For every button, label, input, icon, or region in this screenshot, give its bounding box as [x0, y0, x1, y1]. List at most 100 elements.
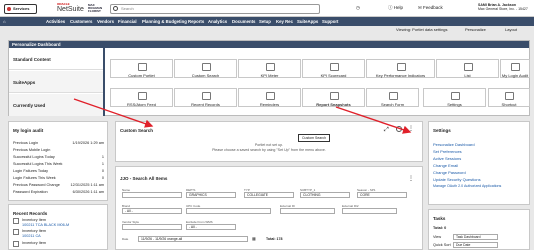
name-input[interactable]: [122, 192, 182, 198]
recent-records-icon[interactable]: ◷: [356, 5, 360, 11]
calendar-icon[interactable]: ▦: [252, 236, 256, 241]
record-link[interactable]: 100211 TCA BLACK M06-M: [22, 223, 69, 227]
link-manage-oauth[interactable]: Manage OAuth 2.0 Authorized Applications: [433, 184, 501, 188]
subtyp-select[interactable]: CLOTHING: [300, 192, 350, 198]
audit-value: 12/31/2025 1:11 am: [70, 183, 105, 187]
tab-currently-used[interactable]: Currently Used: [9, 94, 103, 116]
quick-sort-label: Quick Sort: [433, 243, 451, 247]
report-snapshot-icon: [330, 92, 339, 100]
nav-planning[interactable]: Planning & Budgeting: [142, 18, 187, 25]
tab-standard-content[interactable]: Standard Content: [9, 48, 103, 70]
shortcut-icon: [505, 92, 514, 100]
record-type: Inventory Item: [22, 218, 47, 222]
tab-suiteapps[interactable]: SuiteApps: [9, 71, 103, 93]
search-icon: [202, 63, 211, 71]
scorecard-icon: [330, 63, 339, 71]
help-link[interactable]: ⓘ Help: [388, 5, 403, 11]
nav-support[interactable]: Support: [322, 18, 338, 25]
link-change-password[interactable]: Change Password: [433, 170, 466, 175]
date-range-input[interactable]: 11/9/26 - 11/9/26 orange-all: [138, 236, 248, 242]
search-icon: [113, 6, 118, 11]
nav-reports[interactable]: Reports: [188, 18, 204, 25]
audit-value: 1: [101, 162, 104, 166]
tile-kpi-meter[interactable]: KPI Meter: [238, 59, 301, 78]
link-active-sessions[interactable]: Active Sessions: [433, 156, 461, 161]
link-update-security-questions[interactable]: Update Security Questions: [433, 177, 481, 182]
custom-search-portlet: Custom Search ⤢ ⋮ Portlet not set up. Pl…: [115, 121, 423, 162]
login-audit-portlet: My login audit Previous Login 1/19/2026 1…: [8, 121, 108, 201]
portlet-icon: [138, 63, 147, 71]
expand-icon[interactable]: ⤢: [384, 127, 389, 134]
nav-customers[interactable]: Customers: [70, 18, 92, 25]
record-link[interactable]: 100211 CA: [22, 234, 41, 238]
quick-sort-select[interactable]: Due Date: [453, 242, 498, 248]
refresh-icon[interactable]: [396, 126, 402, 132]
record-type: Inventory Item: [22, 229, 47, 233]
audit-label: Password Expiration: [13, 190, 48, 194]
date-label: Date: [122, 237, 129, 241]
panel-divider: [103, 48, 105, 116]
feedback-link[interactable]: ✉ Feedback: [418, 5, 443, 11]
tile-search-form[interactable]: Search Form: [366, 88, 419, 107]
external-id2-input[interactable]: [342, 208, 397, 214]
tile-report-snapshots[interactable]: Report Snapshots: [302, 88, 365, 107]
tile-recent-records[interactable]: Recent Records: [174, 88, 237, 107]
gear-icon: [451, 92, 460, 100]
nav-vendors[interactable]: Vendors: [97, 18, 114, 25]
view-select[interactable]: Task Dashboard: [453, 234, 498, 240]
tile-rss-feed[interactable]: RSS/Atom Feed: [110, 88, 173, 107]
login-audit-icon: [511, 63, 520, 71]
nav-analytics[interactable]: Analytics: [208, 18, 227, 25]
personalize-button[interactable]: Personalize: [465, 26, 486, 34]
settings-portlet: Settings Personalize Dashboard Set Prefe…: [428, 121, 530, 205]
nav-activities[interactable]: Activities: [46, 18, 65, 25]
record-icon: [13, 241, 19, 247]
view-label: View: [433, 235, 442, 239]
audit-label: Login Failures Today: [13, 169, 48, 173]
season-select[interactable]: CORE: [357, 192, 407, 198]
link-personalize-dashboard[interactable]: Personalize Dashboard: [433, 142, 475, 147]
nav-financial[interactable]: Financial: [118, 18, 137, 25]
upc-input[interactable]: [186, 208, 271, 214]
external-id-input[interactable]: [280, 208, 335, 214]
nav-key-rec[interactable]: Key Rec: [276, 18, 293, 25]
tile-list[interactable]: List: [436, 59, 499, 78]
portlet-title: Recent Records: [13, 211, 48, 216]
nav-suiteapps[interactable]: SuiteApps: [297, 18, 318, 25]
tile-my-login-audit[interactable]: My Login Audit: [500, 59, 530, 78]
link-change-email[interactable]: Change Email: [433, 163, 458, 168]
home-icon[interactable]: ⌂: [3, 18, 6, 25]
global-search-input[interactable]: Search: [110, 4, 320, 14]
layout-button[interactable]: Layout: [505, 26, 517, 34]
link-set-preferences[interactable]: Set Preferences: [433, 149, 462, 154]
reminders-icon: [266, 92, 275, 100]
personalize-dashboard-panel: Personalize Dashboard Standard Content S…: [8, 40, 530, 116]
audit-label: Login Failures This Week: [13, 176, 56, 180]
tile-key-performance-indicators[interactable]: Key Performance Indicators: [366, 59, 435, 78]
main-nav: ⌂ Activities Customers Vendors Financial…: [0, 17, 534, 26]
tile-kpi-scorecard[interactable]: KPI Scorecard: [302, 59, 365, 78]
record-icon: [13, 229, 19, 235]
audit-label: Previous Login: [13, 141, 39, 145]
nav-setup[interactable]: Setup: [259, 18, 271, 25]
user-menu[interactable]: SAMI Brian A. Jackson Max General Store, …: [478, 3, 528, 11]
more-options-icon[interactable]: ⋮: [408, 175, 414, 182]
tile-shortcut[interactable]: Shortcut: [488, 88, 530, 107]
tile-settings[interactable]: Settings: [423, 88, 486, 107]
brand-select[interactable]: - All -: [122, 208, 182, 214]
typ-select[interactable]: COLLEGIATE: [244, 192, 294, 198]
nav-documents[interactable]: Documents: [232, 18, 255, 25]
portlet-title: Custom Search: [120, 128, 154, 133]
rss-icon: [138, 92, 147, 100]
tile-custom-portlet[interactable]: Custom Portlet: [110, 59, 173, 78]
services-logo[interactable]: Services: [4, 4, 37, 14]
dept1-select[interactable]: GRAPHICS: [186, 192, 236, 198]
portlet-title: Tasks: [433, 216, 446, 221]
top-bar: Services ORACLE NetSuite MAX RICHMAN FLOR…: [0, 0, 534, 17]
audit-value: 0: [101, 176, 104, 180]
vendor-style-input[interactable]: [122, 224, 182, 230]
more-options-icon[interactable]: ⋮: [408, 125, 414, 132]
tile-reminders[interactable]: Reminders: [238, 88, 301, 107]
exclude-wms-select[interactable]: - All -: [186, 224, 236, 230]
tile-custom-search[interactable]: Custom Search: [174, 59, 237, 78]
